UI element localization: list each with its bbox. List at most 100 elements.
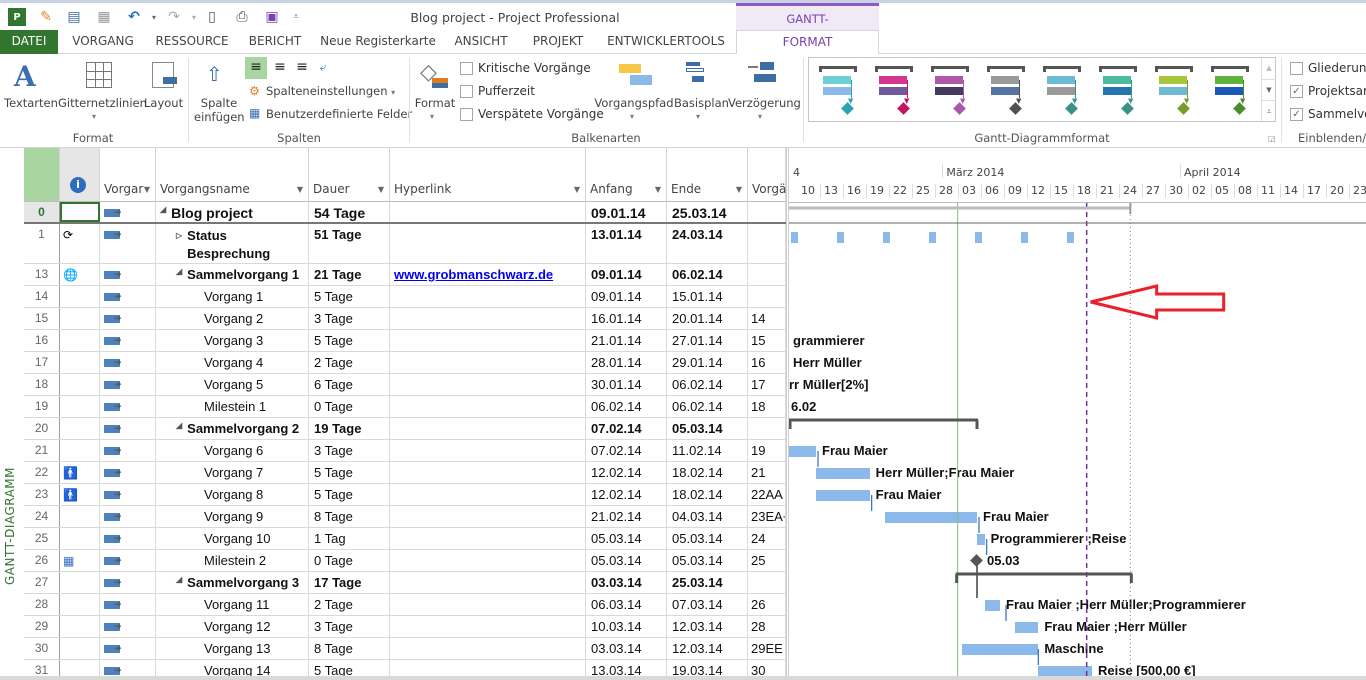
task-name-cell[interactable]: ◢ Sammelvorgang 1 xyxy=(156,264,309,285)
row-id[interactable]: 25 xyxy=(24,528,60,549)
indicator-cell[interactable] xyxy=(60,528,100,549)
task-mode-cell[interactable] xyxy=(100,224,156,263)
start-cell[interactable]: 07.02.14 xyxy=(586,418,667,439)
hyperlink-cell[interactable] xyxy=(390,374,586,395)
row-id[interactable]: 24 xyxy=(24,506,60,527)
task-name-cell[interactable]: Vorgang 3 xyxy=(156,330,309,351)
insert-column-button[interactable]: Spalte einfügen xyxy=(194,96,245,124)
gantt-style-option[interactable]: ▼ xyxy=(817,62,865,118)
indicator-cell[interactable] xyxy=(60,572,100,593)
indicator-column-header[interactable]: i xyxy=(60,148,100,202)
row-id[interactable]: 18 xyxy=(24,374,60,395)
predecessors-cell[interactable]: 21 xyxy=(748,462,786,483)
table-row[interactable]: 0 ◢ Blog project 54 Tage 09.01.14 25.03.1… xyxy=(24,202,786,224)
hyperlink-cell[interactable] xyxy=(390,440,586,461)
filter-dropdown-icon[interactable]: ▼ xyxy=(378,185,384,194)
duration-cell[interactable]: 5 Tage xyxy=(309,462,390,483)
indicator-cell[interactable] xyxy=(60,202,100,222)
tab-datei[interactable]: DATEI xyxy=(0,30,58,54)
task-mode-cell[interactable] xyxy=(100,594,156,615)
duration-cell[interactable]: 2 Tage xyxy=(309,594,390,615)
end-cell[interactable]: 06.02.14 xyxy=(667,264,748,285)
indicator-cell[interactable] xyxy=(60,418,100,439)
end-cell[interactable]: 05.03.14 xyxy=(667,528,748,549)
column-header-end[interactable]: Ende ▼ xyxy=(667,148,748,202)
end-cell[interactable]: 12.03.14 xyxy=(667,616,748,637)
text-styles-button[interactable]: Textarten xyxy=(4,96,58,110)
row-id[interactable]: 29 xyxy=(24,616,60,637)
row-id[interactable]: 0 xyxy=(24,202,60,222)
predecessors-cell[interactable]: 26 xyxy=(748,594,786,615)
start-cell[interactable]: 30.01.14 xyxy=(586,374,667,395)
start-cell[interactable]: 16.01.14 xyxy=(586,308,667,329)
checkbox-box[interactable] xyxy=(460,84,473,98)
start-cell[interactable]: 05.03.14 xyxy=(586,528,667,549)
column-settings-button[interactable]: Spalteneinstellungen ▾ xyxy=(266,84,395,98)
indicator-cell[interactable] xyxy=(60,594,100,615)
start-cell[interactable]: 13.01.14 xyxy=(586,224,667,263)
hyperlink-cell[interactable] xyxy=(390,550,586,571)
predecessors-cell[interactable] xyxy=(748,572,786,593)
tab-projekt[interactable]: PROJEKT xyxy=(520,30,596,54)
table-row[interactable]: 28 Vorgang 11 2 Tage 06.03.14 07.03.14 2… xyxy=(24,594,786,616)
duration-cell[interactable]: 19 Tage xyxy=(309,418,390,439)
indicator-cell[interactable] xyxy=(60,506,100,527)
start-cell[interactable]: 07.02.14 xyxy=(586,440,667,461)
predecessors-cell[interactable]: 28 xyxy=(748,616,786,637)
duration-cell[interactable]: 3 Tage xyxy=(309,440,390,461)
start-cell[interactable]: 21.02.14 xyxy=(586,506,667,527)
indicator-cell[interactable] xyxy=(60,308,100,329)
filter-dropdown-icon[interactable]: ▼ xyxy=(574,185,580,194)
hyperlink-cell[interactable]: www.grobmanschwarz.de xyxy=(390,264,586,285)
hyperlink-cell[interactable] xyxy=(390,286,586,307)
gantt-style-option[interactable]: ▼ xyxy=(1041,62,1089,118)
task-mode-cell[interactable] xyxy=(100,638,156,659)
hyperlink-cell[interactable] xyxy=(390,418,586,439)
row-id[interactable]: 1 xyxy=(24,224,60,263)
hyperlink-cell[interactable] xyxy=(390,396,586,417)
duration-cell[interactable]: 5 Tage xyxy=(309,330,390,351)
start-cell[interactable]: 06.03.14 xyxy=(586,594,667,615)
column-header-mode[interactable]: Vorgar ▼ xyxy=(100,148,156,202)
predecessors-cell[interactable]: 22AA xyxy=(748,484,786,505)
predecessors-cell[interactable]: 25 xyxy=(748,550,786,571)
checkbox-box[interactable] xyxy=(1290,61,1303,75)
end-cell[interactable]: 20.01.14 xyxy=(667,308,748,329)
start-cell[interactable]: 12.02.14 xyxy=(586,462,667,483)
column-header-duration[interactable]: Dauer ▼ xyxy=(309,148,390,202)
table-row[interactable]: 24 Vorgang 9 8 Tage 21.02.14 04.03.14 23… xyxy=(24,506,786,528)
task-name-cell[interactable]: Vorgang 9 xyxy=(156,506,309,527)
task-mode-cell[interactable] xyxy=(100,396,156,417)
layout-button[interactable]: Layout xyxy=(144,96,183,110)
row-id[interactable]: 16 xyxy=(24,330,60,351)
baseline-dropdown-icon[interactable]: ▾ xyxy=(696,112,700,121)
task-name-cell[interactable]: Vorgang 11 xyxy=(156,594,309,615)
indicator-cell[interactable] xyxy=(60,352,100,373)
hyperlink-cell[interactable] xyxy=(390,506,586,527)
task-mode-cell[interactable] xyxy=(100,330,156,351)
gantt-style-option[interactable]: ▼ xyxy=(1153,62,1201,118)
baseline-button[interactable]: Basisplan xyxy=(674,96,729,110)
duration-cell[interactable]: 3 Tage xyxy=(309,616,390,637)
row-id[interactable]: 19 xyxy=(24,396,60,417)
indicator-cell[interactable]: ⟳ xyxy=(60,224,100,263)
outline-number-checkbox[interactable]: Gliederungsnummer xyxy=(1290,61,1366,75)
row-id[interactable]: 20 xyxy=(24,418,60,439)
end-cell[interactable]: 06.02.14 xyxy=(667,396,748,417)
table-row[interactable]: 16 Vorgang 3 5 Tage 21.01.14 27.01.14 15 xyxy=(24,330,786,352)
task-mode-cell[interactable] xyxy=(100,264,156,285)
tab-entwicklertools[interactable]: ENTWICKLERTOOLS xyxy=(598,30,734,54)
wrap-text-icon[interactable]: ⤶ xyxy=(313,57,333,79)
predecessors-cell[interactable] xyxy=(748,286,786,307)
indicator-cell[interactable]: 🌐 xyxy=(60,264,100,285)
end-cell[interactable]: 05.03.14 xyxy=(667,550,748,571)
row-id[interactable]: 30 xyxy=(24,638,60,659)
table-row[interactable]: 13 🌐 ◢ Sammelvorgang 1 21 Tage www.grobma… xyxy=(24,264,786,286)
table-row[interactable]: 23 🚹 Vorgang 8 5 Tage 12.02.14 18.02.14 … xyxy=(24,484,786,506)
tab-neue-registerkarte[interactable]: Neue Registerkarte xyxy=(314,30,442,54)
hyperlink-cell[interactable] xyxy=(390,572,586,593)
task-mode-cell[interactable] xyxy=(100,462,156,483)
table-row[interactable]: 19 Milestein 1 0 Tage 06.02.14 06.02.14 … xyxy=(24,396,786,418)
dialog-launcher-icon[interactable]: ◲ xyxy=(1268,134,1276,143)
start-cell[interactable]: 21.01.14 xyxy=(586,330,667,351)
